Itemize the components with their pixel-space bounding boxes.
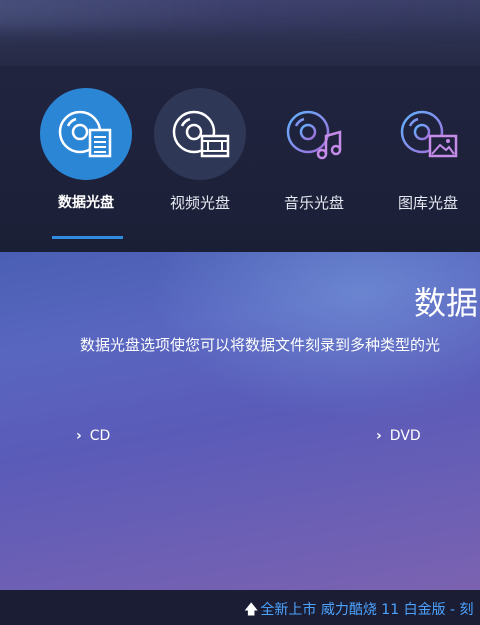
data-disc-icon bbox=[40, 88, 132, 180]
disc-type-nav: 数据光盘 视频光盘 音乐光盘 图库光盘 bbox=[0, 66, 480, 252]
nav-item-data-disc[interactable]: 数据光盘 bbox=[36, 88, 136, 212]
page-title: 数据 bbox=[414, 284, 479, 322]
video-disc-icon bbox=[154, 88, 246, 180]
window-top-strip bbox=[0, 0, 480, 66]
up-arrow-icon: 🡅 bbox=[244, 602, 259, 618]
promo-text: 全新上市 威力酷烧 11 白金版 - 刻 bbox=[260, 602, 474, 618]
nav-item-music-disc[interactable]: 音乐光盘 bbox=[264, 88, 364, 213]
music-disc-icon bbox=[268, 88, 360, 180]
footer-bar: 🡅 全新上市 威力酷烧 11 白金版 - 刻 bbox=[0, 590, 480, 625]
cd-link-label: CD bbox=[89, 428, 111, 444]
content-panel: 数据 数据光盘选项使您可以将数据文件刻录到多种类型的光 › CD › DVD bbox=[0, 252, 480, 590]
nav-item-photo-disc[interactable]: 图库光盘 bbox=[378, 88, 478, 213]
nav-item-label: 图库光盘 bbox=[397, 194, 458, 212]
dvd-link[interactable]: › DVD bbox=[376, 428, 421, 444]
dvd-link-label: DVD bbox=[389, 428, 421, 444]
cd-link[interactable]: › CD bbox=[76, 428, 110, 444]
page-description: 数据光盘选项使您可以将数据文件刻录到多种类型的光 bbox=[80, 336, 441, 354]
nav-item-label: 视频光盘 bbox=[169, 194, 230, 212]
nav-item-video-disc[interactable]: 视频光盘 bbox=[150, 88, 250, 213]
nav-item-label: 音乐光盘 bbox=[283, 194, 344, 212]
chevron-right-icon: › bbox=[76, 428, 82, 444]
chevron-right-icon: › bbox=[376, 428, 382, 444]
promo-link[interactable]: 🡅 全新上市 威力酷烧 11 白金版 - 刻 bbox=[244, 599, 474, 623]
active-tab-indicator bbox=[52, 236, 123, 239]
photo-disc-icon bbox=[382, 88, 474, 180]
nav-item-label: 数据光盘 bbox=[58, 195, 114, 211]
